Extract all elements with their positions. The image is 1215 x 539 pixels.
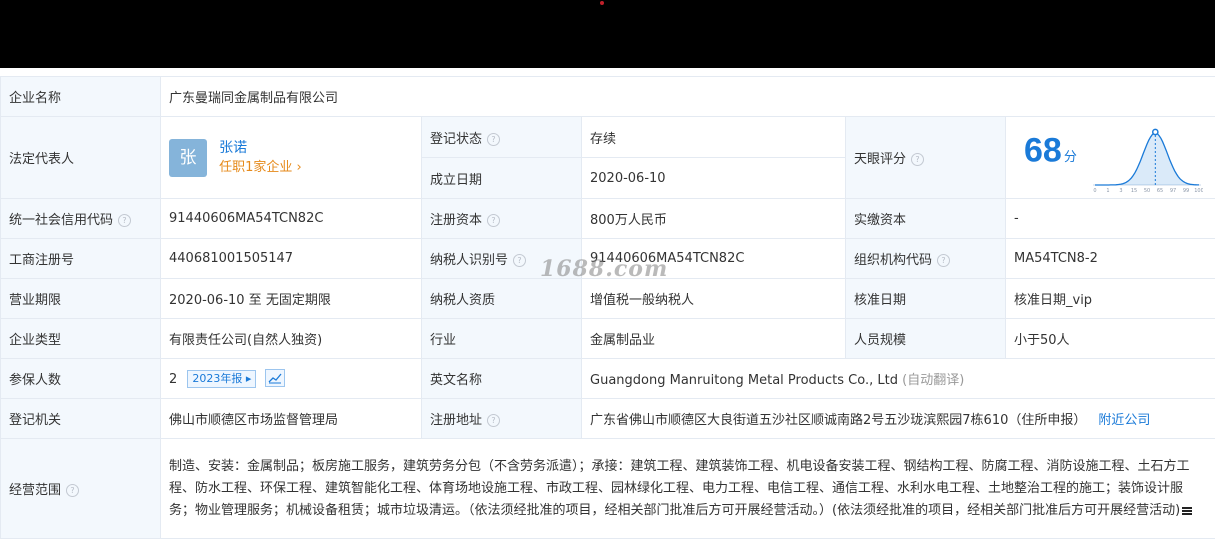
insured-cell: 2 2023年报 ▸ — [161, 359, 422, 399]
legal-rep-name-link[interactable]: 张诺 — [219, 138, 302, 158]
approve-date-label: 核准日期 — [846, 279, 1006, 319]
tianyan-score-label: 天眼评分? — [846, 117, 1006, 199]
table-row: 企业名称 广东曼瑞同金属制品有限公司 — [1, 77, 1215, 117]
credit-code-value: 91440606MA54TCN82C — [161, 199, 422, 239]
taxpayer-id-label: 纳税人识别号? — [422, 239, 582, 279]
table-row: 参保人数 2 2023年报 ▸ 英文名称 Guangdong Manruiton… — [1, 359, 1215, 399]
avatar: 张 — [169, 139, 207, 177]
reg-capital-label: 注册资本? — [422, 199, 582, 239]
score-axis-tick-label: 99 — [1183, 188, 1189, 193]
nearby-companies-link[interactable]: 附近公司 — [1098, 413, 1150, 428]
tax-qual-label: 纳税人资质 — [422, 279, 582, 319]
score-axis-tick-label: 0 — [1093, 188, 1096, 193]
score-distribution-chart: 0 1 3 15 50 65 97 99 100 — [1091, 123, 1203, 193]
org-code-value: MA54TCN8-2 — [1006, 239, 1215, 279]
insured-label: 参保人数 — [1, 359, 161, 399]
scope-value: 制造、安装：金属制品；板房施工服务，建筑劳务分包（不含劳务派遣）；承接：建筑工程… — [169, 459, 1190, 518]
help-icon[interactable]: ? — [513, 254, 526, 267]
address-cell: 广东省佛山市顺德区大良街道五沙社区顺诚南路2号五沙珑滨熙园7栋610（住所申报）… — [582, 399, 1215, 439]
approve-date-value: 核准日期_vip — [1006, 279, 1215, 319]
help-icon[interactable]: ? — [66, 484, 79, 497]
company-name-value: 广东曼瑞同金属制品有限公司 — [161, 77, 1215, 117]
top-black-banner — [0, 0, 1215, 68]
tianyan-score-value: 68 — [1024, 131, 1062, 169]
company-name-label: 企业名称 — [1, 77, 161, 117]
term-label: 营业期限 — [1, 279, 161, 319]
table-row: 营业期限 2020-06-10 至 无固定期限 纳税人资质 增值税一般纳税人 核… — [1, 279, 1215, 319]
status-value: 存续 — [582, 117, 846, 158]
staff-value: 小于50人 — [1006, 319, 1215, 359]
industry-label: 行业 — [422, 319, 582, 359]
insured-value: 2 — [169, 372, 177, 387]
staff-label: 人员规模 — [846, 319, 1006, 359]
type-value: 有限责任公司(自然人独资) — [161, 319, 422, 359]
scope-label: 经营范围? — [1, 439, 161, 539]
help-icon[interactable]: ? — [487, 133, 500, 146]
english-name-label: 英文名称 — [422, 359, 582, 399]
tax-qual-value: 增值税一般纳税人 — [582, 279, 846, 319]
industry-value: 金属制品业 — [582, 319, 846, 359]
score-axis-tick-label: 65 — [1157, 188, 1163, 193]
paid-capital-value: - — [1006, 199, 1215, 239]
authority-label: 登记机关 — [1, 399, 161, 439]
table-row: 经营范围? 制造、安装：金属制品；板房施工服务，建筑劳务分包（不含劳务派遣）；承… — [1, 439, 1215, 539]
table-row: 企业类型 有限责任公司(自然人独资) 行业 金属制品业 人员规模 小于50人 — [1, 319, 1215, 359]
table-row: 工商注册号 440681001505147 纳税人识别号? 91440606MA… — [1, 239, 1215, 279]
reg-no-value: 440681001505147 — [161, 239, 422, 279]
table-row: 登记机关 佛山市顺德区市场监督管理局 注册地址? 广东省佛山市顺德区大良街道五沙… — [1, 399, 1215, 439]
credit-code-label: 统一社会信用代码? — [1, 199, 161, 239]
reg-capital-value: 800万人民币 — [582, 199, 846, 239]
score-axis-tick-label: 3 — [1119, 188, 1122, 193]
company-info-table: 企业名称 广东曼瑞同金属制品有限公司 法定代表人 张 张诺 任职1家企业 › 登… — [0, 76, 1215, 539]
score-axis-tick-label: 50 — [1144, 188, 1150, 193]
legal-rep-cell: 张 张诺 任职1家企业 › — [161, 117, 422, 199]
type-label: 企业类型 — [1, 319, 161, 359]
score-axis-tick-label: 15 — [1131, 188, 1137, 193]
score-axis-tick-label: 97 — [1170, 188, 1176, 193]
collapse-icon[interactable] — [1182, 507, 1192, 515]
table-row: 法定代表人 张 张诺 任职1家企业 › 登记状态? 存续 天眼评分? 68分 0… — [1, 117, 1215, 158]
scope-cell: 制造、安装：金属制品；板房施工服务，建筑劳务分包（不含劳务派遣）；承接：建筑工程… — [161, 439, 1215, 539]
help-icon[interactable]: ? — [937, 254, 950, 267]
address-value: 广东省佛山市顺德区大良街道五沙社区顺诚南路2号五沙珑滨熙园7栋610（住所申报） — [590, 413, 1086, 428]
taxpayer-id-value: 91440606MA54TCN82C — [582, 239, 846, 279]
annual-report-badge[interactable]: 2023年报 ▸ — [187, 370, 256, 388]
address-label: 注册地址? — [422, 399, 582, 439]
help-icon[interactable]: ? — [911, 153, 924, 166]
term-value: 2020-06-10 至 无固定期限 — [161, 279, 422, 319]
help-icon[interactable]: ? — [487, 214, 500, 227]
trend-chart-icon[interactable] — [265, 369, 285, 387]
english-name-cell: Guangdong Manruitong Metal Products Co.,… — [582, 359, 1215, 399]
score-unit: 分 — [1064, 150, 1077, 165]
status-label: 登记状态? — [422, 117, 582, 158]
english-name-value: Guangdong Manruitong Metal Products Co.,… — [590, 373, 898, 388]
org-code-label: 组织机构代码? — [846, 239, 1006, 279]
founded-value: 2020-06-10 — [582, 158, 846, 199]
help-icon[interactable]: ? — [487, 414, 500, 427]
founded-label: 成立日期 — [422, 158, 582, 199]
tianyan-score-cell[interactable]: 68分 0 1 3 15 50 65 97 99 100 — [1006, 117, 1215, 199]
paid-capital-label: 实缴资本 — [846, 199, 1006, 239]
authority-value: 佛山市顺德区市场监督管理局 — [161, 399, 422, 439]
score-axis-tick-label: 1 — [1106, 188, 1109, 193]
legal-rep-positions-link[interactable]: 任职1家企业 › — [219, 158, 302, 178]
legal-rep-label: 法定代表人 — [1, 117, 161, 199]
help-icon[interactable]: ? — [118, 214, 131, 227]
score-axis-tick-label: 100 — [1194, 188, 1203, 193]
auto-translate-note: (自动翻译) — [902, 373, 964, 388]
reg-no-label: 工商注册号 — [1, 239, 161, 279]
red-dot-indicator — [600, 1, 604, 5]
score-marker-dot — [1153, 129, 1158, 134]
table-row: 统一社会信用代码? 91440606MA54TCN82C 注册资本? 800万人… — [1, 199, 1215, 239]
